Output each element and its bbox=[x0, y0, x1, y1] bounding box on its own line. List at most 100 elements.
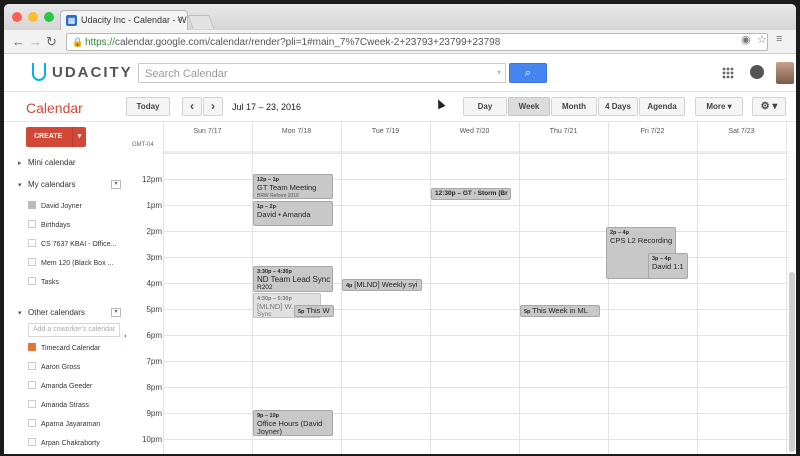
browser-tab[interactable]: ▦ Udacity Inc - Calendar - W × bbox=[60, 10, 188, 30]
day-header[interactable]: Sat 7/23 bbox=[697, 128, 786, 135]
today-button[interactable]: Today bbox=[126, 97, 170, 116]
add-coworker-placeholder: Add a coworker's calendar bbox=[33, 326, 116, 333]
grid-scrollbar[interactable] bbox=[788, 152, 796, 452]
calendar-item[interactable]: Amanda Geeder bbox=[28, 381, 92, 390]
view-month-button[interactable]: Month bbox=[551, 97, 597, 116]
create-dropdown-icon[interactable]: ▾ bbox=[72, 127, 86, 147]
calendar-item[interactable]: Arpan Chakraborty bbox=[28, 438, 100, 447]
maximize-window-button[interactable] bbox=[44, 12, 54, 22]
search-icon: ⌕ bbox=[524, 67, 532, 79]
reload-icon[interactable]: ↻ bbox=[46, 34, 57, 50]
calendar-color-chip bbox=[28, 239, 36, 247]
add-coworker-calendar-input[interactable]: Add a coworker's calendar bbox=[28, 323, 120, 337]
search-input[interactable]: Search Calendar ▾ bbox=[138, 63, 506, 83]
calendar-event[interactable]: 1p – 2p David • Amanda bbox=[253, 201, 333, 226]
menu-icon[interactable]: ≡ bbox=[776, 33, 782, 45]
calendar-item[interactable]: Aparna Jayaraman bbox=[28, 419, 100, 428]
expand-arrow-icon: ▾ bbox=[18, 310, 22, 317]
day-header[interactable]: Thu 7/21 bbox=[519, 128, 608, 135]
calendar-event[interactable]: 3p – 4p David 1:1 bbox=[648, 253, 688, 279]
eye-icon[interactable]: ◉ bbox=[741, 33, 751, 46]
day-header[interactable]: Fri 7/22 bbox=[608, 128, 697, 135]
event-location: R202 bbox=[257, 284, 273, 291]
calendar-event[interactable]: 9p – 10p Office Hours (David Joyner) bbox=[253, 410, 333, 436]
url-path: calendar.google.com/calendar/render?pli=… bbox=[115, 37, 501, 48]
calendar-item[interactable]: Amanda Strass bbox=[28, 400, 89, 409]
other-calendars-dropdown-icon[interactable]: ▾ bbox=[111, 308, 121, 317]
settings-button[interactable]: ⚙ ▾ bbox=[752, 97, 786, 116]
calendar-item[interactable]: Mem 120 (Black Box ... bbox=[28, 258, 113, 267]
prev-week-button[interactable]: ‹ bbox=[182, 97, 202, 116]
calendar-item[interactable]: Tasks bbox=[28, 277, 59, 286]
tab-close-icon[interactable]: × bbox=[177, 14, 182, 24]
calendar-event[interactable]: 4p [MLND] Weekly syi bbox=[342, 279, 422, 291]
hour-label: 5pm bbox=[146, 305, 162, 314]
calendar-name: Tasks bbox=[41, 279, 59, 286]
event-title: [MLND] Weekly syi bbox=[354, 280, 418, 289]
udacity-logo[interactable]: UDACITY bbox=[32, 63, 133, 81]
page-title: Calendar bbox=[26, 100, 83, 116]
calendar-event[interactable]: 12:30p – GT - Storm (Br bbox=[431, 188, 511, 200]
view-week-button[interactable]: Week bbox=[508, 97, 550, 116]
minimize-window-button[interactable] bbox=[28, 12, 38, 22]
calendar-color-chip bbox=[28, 343, 36, 351]
browser-toolbar: ← → ↻ 🔒 https://calendar.google.com/cale… bbox=[4, 30, 796, 54]
day-header[interactable]: Tue 7/19 bbox=[341, 128, 430, 135]
calendar-item[interactable]: Birthdays bbox=[28, 220, 70, 229]
hour-label: 2pm bbox=[146, 227, 162, 236]
hour-label: 6pm bbox=[146, 331, 162, 340]
my-calendars-toggle[interactable]: ▾ My calendars bbox=[18, 180, 76, 189]
view-day-button[interactable]: Day bbox=[463, 97, 507, 116]
my-calendars-dropdown-icon[interactable]: ▾ bbox=[111, 180, 121, 189]
notifications-icon[interactable] bbox=[750, 65, 764, 79]
calendar-item[interactable]: David Joyner bbox=[28, 201, 82, 210]
hour-label: 7pm bbox=[146, 357, 162, 366]
calendar-item[interactable]: CS 7637 KBAI - Office... bbox=[28, 239, 116, 248]
event-time: 5p bbox=[524, 309, 531, 315]
event-title-cont: Joyner) bbox=[257, 427, 283, 436]
view-agenda-button[interactable]: Agenda bbox=[639, 97, 685, 116]
timezone-label: GMT-04 bbox=[132, 142, 154, 148]
sidebar: CREATE ▾ ▸ Mini calendar ▾ My calendars ▾ … bbox=[4, 122, 126, 454]
event-title: David • Amanda bbox=[257, 210, 311, 219]
scrollbar-thumb[interactable] bbox=[789, 272, 795, 452]
app-header: UDACITY Search Calendar ▾ ⌕ bbox=[4, 54, 796, 92]
day-header[interactable]: Wed 7/20 bbox=[430, 128, 519, 135]
calendar-item[interactable]: Aaron Gross bbox=[28, 362, 80, 371]
calendar-name: Mem 120 (Black Box ... bbox=[41, 260, 114, 267]
calendar-item[interactable]: Timecard Calendar bbox=[28, 343, 100, 352]
apps-grid-icon[interactable] bbox=[722, 67, 734, 79]
calendar-event[interactable]: 5p This W bbox=[294, 305, 334, 317]
my-calendars-label: My calendars bbox=[28, 180, 76, 189]
forward-arrow-icon[interactable]: → bbox=[29, 34, 42, 49]
hour-label: 1pm bbox=[146, 201, 162, 210]
view-4days-button[interactable]: 4 Days bbox=[598, 97, 638, 116]
tab-title: Udacity Inc - Calendar - W bbox=[81, 15, 187, 25]
create-button[interactable]: CREATE ▾ bbox=[26, 127, 86, 147]
calendar-event[interactable]: 12p – 1p GT Team Meeting BRW Reform 2016 bbox=[253, 174, 333, 199]
next-week-button[interactable]: › bbox=[203, 97, 223, 116]
calendar-color-chip bbox=[28, 419, 36, 427]
star-icon[interactable]: ☆ bbox=[757, 33, 767, 46]
hour-label: 3pm bbox=[146, 253, 162, 262]
calendar-name: Timecard Calendar bbox=[41, 345, 101, 352]
more-button[interactable]: More ▾ bbox=[695, 97, 743, 116]
udacity-logo-icon bbox=[32, 63, 46, 81]
calendar-name: Amanda Strass bbox=[41, 402, 89, 409]
hour-label: 4pm bbox=[146, 279, 162, 288]
address-bar[interactable]: 🔒 https://calendar.google.com/calendar/r… bbox=[66, 33, 768, 51]
other-calendars-label: Other calendars bbox=[28, 308, 85, 317]
day-header[interactable]: Sun 7/17 bbox=[163, 128, 252, 135]
close-window-button[interactable] bbox=[12, 12, 22, 22]
calendar-favicon-icon: ▦ bbox=[66, 15, 77, 26]
search-button[interactable]: ⌕ bbox=[509, 63, 547, 83]
back-arrow-icon[interactable]: ← bbox=[12, 34, 25, 49]
mini-calendar-toggle[interactable]: ▸ Mini calendar bbox=[18, 158, 76, 167]
day-header[interactable]: Mon 7/18 bbox=[252, 128, 341, 135]
avatar[interactable] bbox=[776, 62, 794, 84]
new-tab-button[interactable] bbox=[187, 15, 215, 29]
calendar-event[interactable]: 5p This Week in ML bbox=[520, 305, 600, 317]
other-calendars-toggle[interactable]: ▾ Other calendars bbox=[18, 308, 85, 317]
calendar-event[interactable]: 3:30p – 4:30p ND Team Lead Sync R202 bbox=[253, 266, 333, 292]
search-options-icon[interactable]: ▾ bbox=[497, 68, 501, 77]
